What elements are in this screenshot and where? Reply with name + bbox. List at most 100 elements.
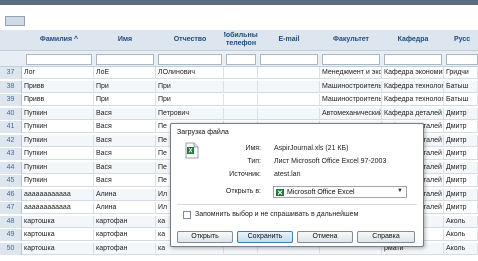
table-cell[interactable]: Петрович (156, 107, 224, 120)
table-cell[interactable]: Машиностроительн (320, 94, 382, 106)
table-cell[interactable]: картофан (94, 242, 156, 255)
table-cell[interactable]: Привв (22, 94, 94, 106)
cancel-button[interactable]: Отмена (297, 231, 353, 243)
table-cell[interactable]: аааааааааааа (22, 202, 94, 214)
table-cell[interactable]: Кафедра технологи (382, 94, 444, 106)
table-cell[interactable]: ЛОлинович (156, 67, 224, 79)
window-top-bar (0, 0, 478, 5)
column-header-email[interactable]: E-mail (258, 30, 320, 50)
table-cell[interactable]: Дмитр (444, 107, 478, 120)
table-cell[interactable]: картофан (94, 229, 156, 241)
table-cell[interactable]: Алина (94, 188, 156, 201)
open-with-value: Microsoft Office Excel (287, 189, 355, 196)
table-cell[interactable] (258, 94, 320, 106)
table-cell[interactable]: Дмитр (444, 121, 478, 133)
table-cell[interactable] (258, 80, 320, 93)
table-cell[interactable]: Вася (94, 175, 156, 187)
table-cell[interactable]: Гридчи (444, 67, 478, 79)
grid-corner-button[interactable] (5, 16, 25, 26)
table-cell[interactable]: Вася (94, 161, 156, 174)
column-header-surname[interactable]: Фамилия ^ (24, 30, 94, 50)
filter-russian-input[interactable] (446, 54, 478, 65)
table-cell[interactable]: Пупкин (22, 148, 94, 160)
table-cell[interactable]: При (94, 94, 156, 106)
filter-faculty-input[interactable] (322, 54, 380, 65)
open-with-label: Открыть в: (225, 188, 261, 195)
row-number: 42 (0, 134, 22, 147)
filter-email-input[interactable] (260, 54, 318, 65)
table-cell[interactable] (258, 107, 320, 120)
table-cell[interactable]: картошка (22, 229, 94, 241)
table-cell[interactable]: Кафедра деталей м (382, 107, 444, 120)
table-cell[interactable]: Алина (94, 202, 156, 214)
table-cell[interactable]: Дмитр (444, 148, 478, 160)
table-row[interactable]: 38 Привв При При Машиностроительн Кафедра тех… (0, 80, 478, 93)
table-cell[interactable]: Аколь (444, 242, 478, 255)
table-cell[interactable] (224, 94, 258, 106)
table-cell[interactable]: Пупкин (22, 121, 94, 133)
table-cell[interactable]: Вася (94, 134, 156, 147)
remember-choice-checkbox[interactable] (183, 211, 191, 219)
table-cell[interactable]: При (156, 80, 224, 93)
filter-phone-input[interactable] (226, 54, 256, 65)
table-cell[interactable]: Пупкин (22, 134, 94, 147)
table-cell[interactable] (224, 67, 258, 79)
filter-name-input[interactable] (96, 54, 154, 65)
table-cell[interactable]: Дмитр (444, 161, 478, 174)
table-cell[interactable]: Автомеханический (320, 107, 382, 120)
table-cell[interactable]: Дмитр (444, 175, 478, 187)
table-cell[interactable]: Аколь (444, 215, 478, 228)
row-number: 38 (0, 80, 22, 93)
table-cell[interactable]: Аколь (444, 229, 478, 241)
filter-surname-input[interactable] (26, 54, 92, 65)
open-with-select[interactable]: Microsoft Office Excel ▼ (273, 186, 407, 198)
table-cell[interactable]: Кафедра технологи (382, 80, 444, 93)
column-header-name[interactable]: Имя (94, 30, 156, 50)
save-button[interactable]: Сохранить (237, 231, 293, 243)
table-cell[interactable]: Менеджмент и экон (320, 67, 382, 79)
table-row[interactable]: 37 Лог ЛоЕ ЛОлинович Менеджмент и экон Кафедр… (0, 67, 478, 79)
remember-choice-label[interactable]: Запомнить выбор и не спрашивать в дальне… (195, 211, 358, 218)
table-cell[interactable]: ЛоЕ (94, 67, 156, 79)
excel-file-icon: X (185, 142, 199, 159)
column-header-faculty[interactable]: Факультет (320, 30, 382, 50)
table-cell[interactable]: Привв (22, 80, 94, 93)
table-cell[interactable]: При (156, 94, 224, 106)
table-cell[interactable]: Пупкин (22, 161, 94, 174)
table-cell[interactable]: Дмитр (444, 202, 478, 214)
table-cell[interactable]: Машиностроительн (320, 80, 382, 93)
table-cell[interactable]: Дмитр (444, 188, 478, 201)
filter-department-input[interactable] (384, 54, 442, 65)
table-cell[interactable]: картофан (94, 215, 156, 228)
table-cell[interactable] (258, 67, 320, 79)
table-cell[interactable]: При (94, 80, 156, 93)
table-cell[interactable]: Дмитр (444, 134, 478, 147)
table-cell[interactable]: Батыш (444, 80, 478, 93)
table-cell[interactable]: Батыш (444, 94, 478, 106)
dialog-title: Загрузка файла (177, 129, 229, 136)
column-header-patronymic[interactable]: Отчество (156, 30, 224, 50)
table-cell[interactable]: Вася (94, 107, 156, 120)
table-row[interactable]: 40 Пупкин Вася Петрович Автомеханический Кафе… (0, 107, 478, 120)
table-cell[interactable]: Пупкин (22, 107, 94, 120)
table-cell[interactable] (224, 107, 258, 120)
table-cell[interactable]: картошка (22, 215, 94, 228)
table-cell[interactable]: Вася (94, 148, 156, 160)
row-number: 50 (0, 242, 22, 255)
column-header-phone[interactable]: Мобильный телефон (224, 30, 258, 50)
table-cell[interactable]: Кафедра экономики (382, 67, 444, 79)
dialog-separator (177, 204, 417, 205)
column-header-russian[interactable]: Русс (444, 30, 478, 50)
table-cell[interactable]: аааааааааааа (22, 188, 94, 201)
table-row[interactable]: 39 Привв При При Машиностроительн Кафедра тех… (0, 94, 478, 106)
table-cell[interactable]: картошка (22, 242, 94, 255)
chevron-down-icon[interactable]: ▼ (397, 188, 403, 194)
table-cell[interactable]: Вася (94, 121, 156, 133)
column-header-department[interactable]: Кафедра (382, 30, 444, 50)
table-cell[interactable] (224, 80, 258, 93)
open-button[interactable]: Открыть (177, 231, 233, 243)
table-cell[interactable]: Пупкин (22, 175, 94, 187)
help-button[interactable]: Справка (357, 231, 415, 243)
filter-patronymic-input[interactable] (158, 54, 222, 65)
table-cell[interactable]: Лог (22, 67, 94, 79)
